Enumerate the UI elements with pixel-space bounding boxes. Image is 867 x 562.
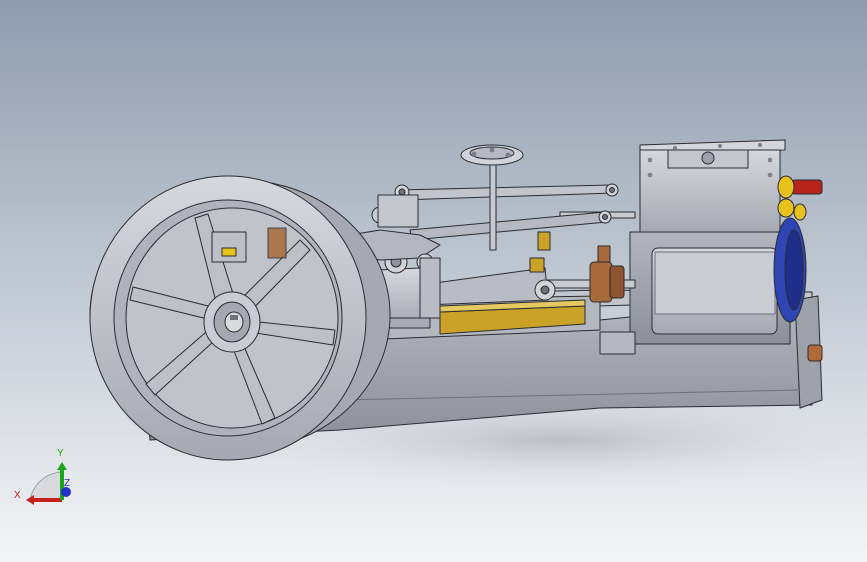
y-axis-label: Y [57, 448, 64, 459]
3d-viewport[interactable]: X Y Z [0, 0, 867, 562]
scene-canvas[interactable]: X Y Z [0, 0, 867, 562]
x-axis-label: X [14, 490, 21, 501]
steam-valve-handle[interactable] [791, 179, 823, 195]
z-axis-label: Z [64, 478, 70, 489]
governor-spindle[interactable] [489, 161, 497, 251]
gland-nut[interactable] [589, 261, 613, 303]
end-bolt [807, 344, 823, 362]
